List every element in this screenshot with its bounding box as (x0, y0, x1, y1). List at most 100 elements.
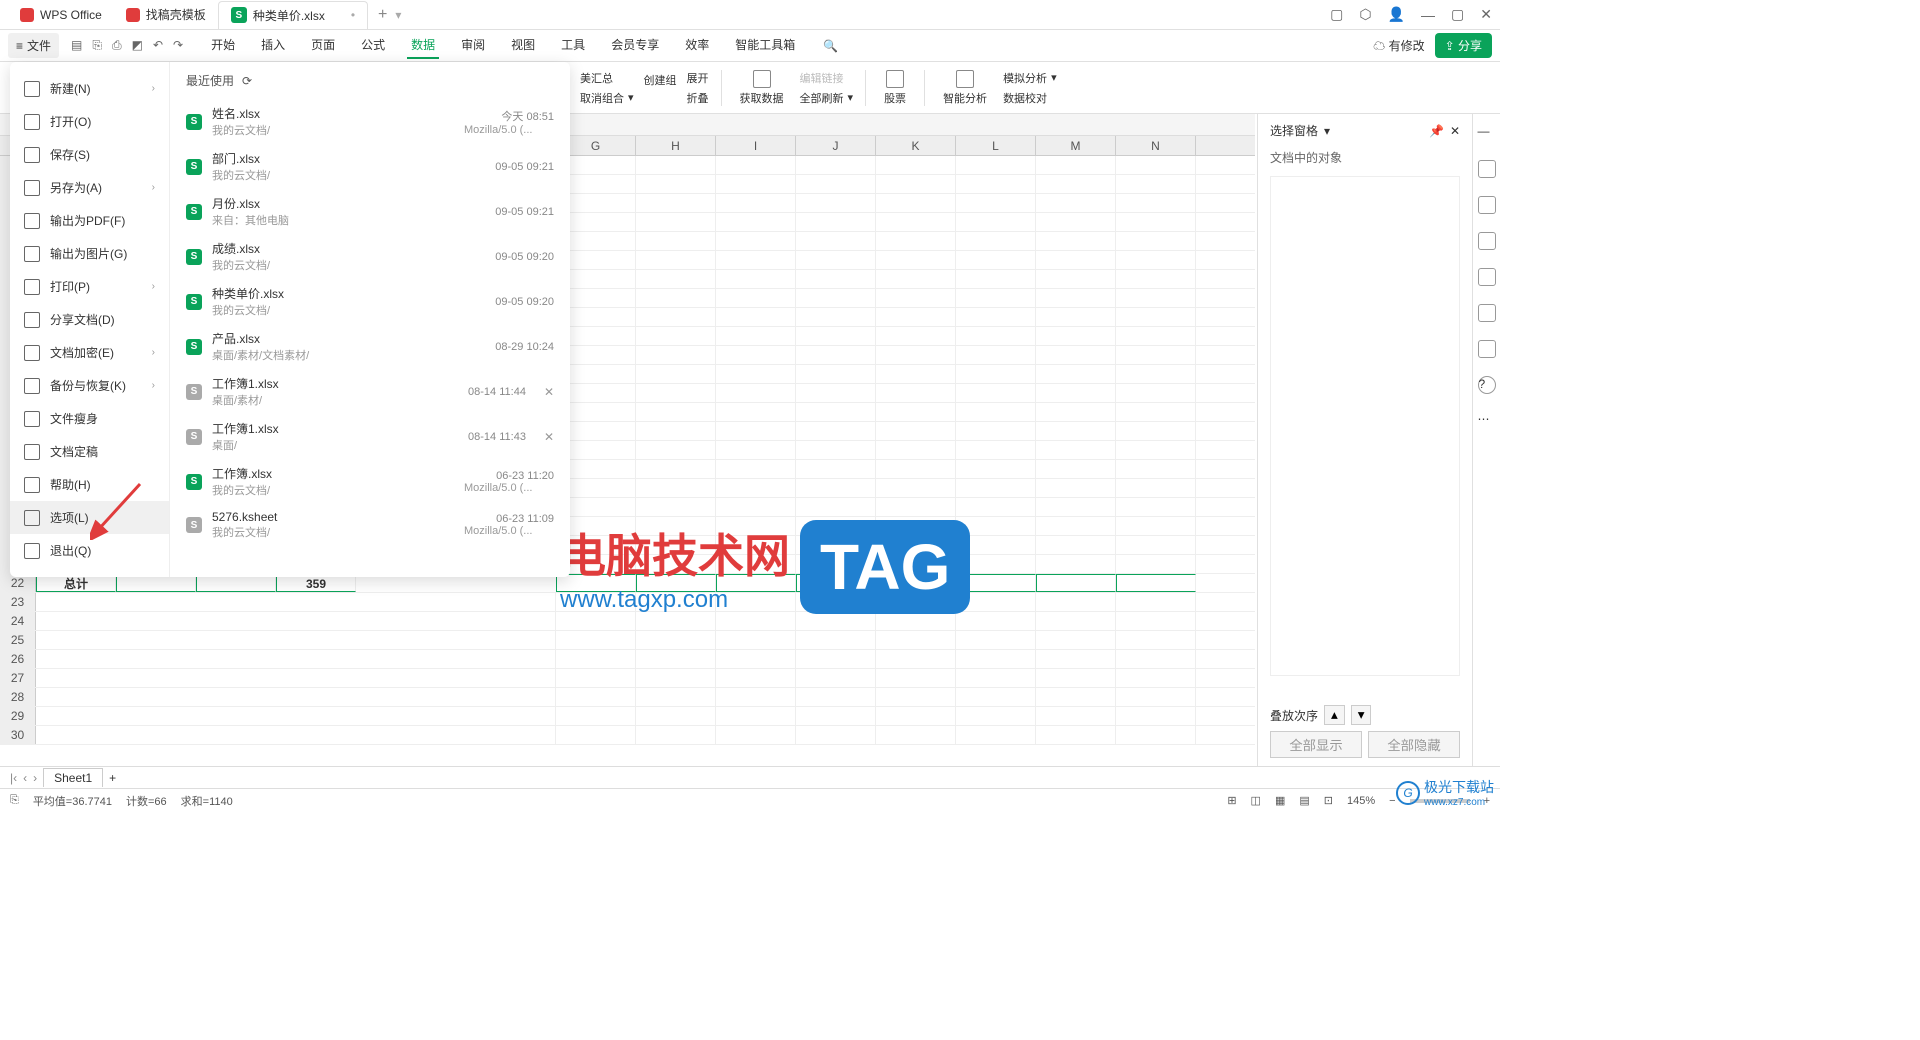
recent-file-1[interactable]: S 部门.xlsx我的云文档/ 09-05 09:21 (186, 144, 554, 189)
new-tab-button[interactable]: + (378, 6, 387, 24)
cell[interactable] (716, 726, 796, 744)
style-tool-icon[interactable] (1478, 196, 1496, 214)
validate-label[interactable]: 数据校对 (1003, 90, 1047, 106)
cell[interactable] (956, 688, 1036, 706)
cell[interactable] (796, 631, 876, 649)
cell[interactable] (1116, 612, 1196, 630)
recent-file-5[interactable]: S 产品.xlsx桌面/素材/文档素材/ 08-29 10:24 (186, 324, 554, 369)
cell[interactable] (1036, 593, 1116, 611)
col-h[interactable]: H (636, 136, 716, 155)
recent-file-9[interactable]: S 5276.ksheet我的云文档/ 06-23 11:09Mozilla/5… (186, 504, 554, 546)
cell[interactable] (1116, 631, 1196, 649)
recent-file-2[interactable]: S 月份.xlsx来自：其他电脑 09-05 09:21 (186, 189, 554, 234)
cell[interactable] (956, 650, 1036, 668)
cell[interactable] (1116, 650, 1196, 668)
preview-icon[interactable]: ◩ (132, 38, 143, 53)
chart-tool-icon[interactable] (1478, 268, 1496, 286)
col-l[interactable]: L (956, 136, 1036, 155)
app-icon[interactable]: ▢ (1330, 6, 1343, 23)
recent-file-7[interactable]: S 工作簿1.xlsx桌面/ 08-14 11:43 ✕ (186, 414, 554, 459)
file-menu-item-0[interactable]: 新建(N)› (10, 72, 169, 105)
status-icon[interactable]: ⎘ (10, 794, 19, 807)
more-tool-icon[interactable]: ⋯ (1478, 412, 1496, 430)
ribbon-get-data[interactable]: 获取数据 (734, 70, 790, 106)
recent-file-4[interactable]: S 种类单价.xlsx我的云文档/ 09-05 09:20 (186, 279, 554, 324)
cell[interactable] (636, 631, 716, 649)
cell[interactable] (716, 650, 796, 668)
view-cell-icon[interactable]: ⊞ (1227, 794, 1236, 807)
collapse-label[interactable]: 折叠 (687, 90, 709, 106)
cell[interactable] (796, 612, 876, 630)
expand-label[interactable]: 展开 (687, 70, 709, 86)
cell[interactable] (556, 631, 636, 649)
cell[interactable] (1036, 631, 1116, 649)
cell[interactable] (796, 650, 876, 668)
view-break-icon[interactable]: ⊡ (1324, 794, 1333, 807)
cell[interactable] (1036, 574, 1116, 592)
avatar-icon[interactable]: 👤 (1388, 6, 1405, 23)
view-normal-icon[interactable]: ▦ (1275, 794, 1285, 807)
tab-member[interactable]: 会员专享 (607, 32, 663, 59)
cell[interactable] (636, 669, 716, 687)
cell[interactable] (876, 688, 956, 706)
cell[interactable] (556, 707, 636, 725)
cell[interactable] (636, 726, 716, 744)
row-header[interactable]: 27 (0, 669, 36, 687)
cell[interactable] (796, 669, 876, 687)
row-header[interactable]: 23 (0, 593, 36, 611)
file-menu-item-6[interactable]: 打印(P)› (10, 270, 169, 303)
cell[interactable] (716, 688, 796, 706)
sheet-next-icon[interactable]: › (33, 771, 37, 785)
recent-file-8[interactable]: S 工作簿.xlsx我的云文档/ 06-23 11:20Mozilla/5.0 … (186, 459, 554, 504)
template-tab[interactable]: 找稿壳模板 (114, 1, 218, 29)
cell[interactable] (636, 707, 716, 725)
cube-icon[interactable]: ⬡ (1359, 6, 1371, 23)
share-button[interactable]: ⇪ 分享 (1435, 33, 1492, 58)
cell[interactable] (636, 650, 716, 668)
cell[interactable] (636, 688, 716, 706)
cell[interactable] (556, 669, 636, 687)
tab-data[interactable]: 数据 (407, 32, 439, 59)
cell[interactable] (556, 688, 636, 706)
row-27[interactable]: 27 (0, 669, 1255, 688)
cell[interactable] (956, 707, 1036, 725)
cell[interactable] (1036, 726, 1116, 744)
cell[interactable] (956, 726, 1036, 744)
select-tool-icon[interactable] (1478, 160, 1496, 178)
cell[interactable] (716, 631, 796, 649)
row-25[interactable]: 25 (0, 631, 1255, 650)
show-all-button[interactable]: 全部显示 (1270, 731, 1362, 758)
row-26[interactable]: 26 (0, 650, 1255, 669)
row-24[interactable]: 24 (0, 612, 1255, 631)
cloud-status[interactable]: ☁ 有修改 (1373, 37, 1424, 54)
remove-recent-icon[interactable]: ✕ (544, 430, 554, 444)
row-29[interactable]: 29 (0, 707, 1255, 726)
cell[interactable] (876, 612, 956, 630)
row-header[interactable]: 24 (0, 612, 36, 630)
file-menu-item-3[interactable]: 另存为(A)› (10, 171, 169, 204)
tab-smart[interactable]: 智能工具箱 (731, 32, 799, 59)
col-i[interactable]: I (716, 136, 796, 155)
view-page-icon[interactable]: ▤ (1299, 794, 1309, 807)
file-menu-item-2[interactable]: 保存(S) (10, 138, 169, 171)
cell[interactable] (716, 612, 796, 630)
row-header[interactable]: 28 (0, 688, 36, 706)
ribbon-smart-analysis[interactable]: 智能分析 (937, 70, 993, 106)
row-header[interactable]: 30 (0, 726, 36, 744)
cell[interactable] (1116, 707, 1196, 725)
undo-icon[interactable]: ↶ (153, 38, 163, 53)
row-28[interactable]: 28 (0, 688, 1255, 707)
cell[interactable] (716, 669, 796, 687)
col-k[interactable]: K (876, 136, 956, 155)
cell[interactable] (556, 726, 636, 744)
file-menu-item-8[interactable]: 文档加密(E)› (10, 336, 169, 369)
row-30[interactable]: 30 (0, 726, 1255, 745)
tab-insert[interactable]: 插入 (257, 32, 289, 59)
file-menu-item-5[interactable]: 输出为图片(G) (10, 237, 169, 270)
file-menu-item-9[interactable]: 备份与恢复(K)› (10, 369, 169, 402)
cell[interactable] (876, 631, 956, 649)
cell[interactable] (956, 669, 1036, 687)
recent-file-6[interactable]: S 工作簿1.xlsx桌面/素材/ 08-14 11:44 ✕ (186, 369, 554, 414)
cell[interactable] (556, 612, 636, 630)
screenshot-tool-icon[interactable] (1478, 232, 1496, 250)
